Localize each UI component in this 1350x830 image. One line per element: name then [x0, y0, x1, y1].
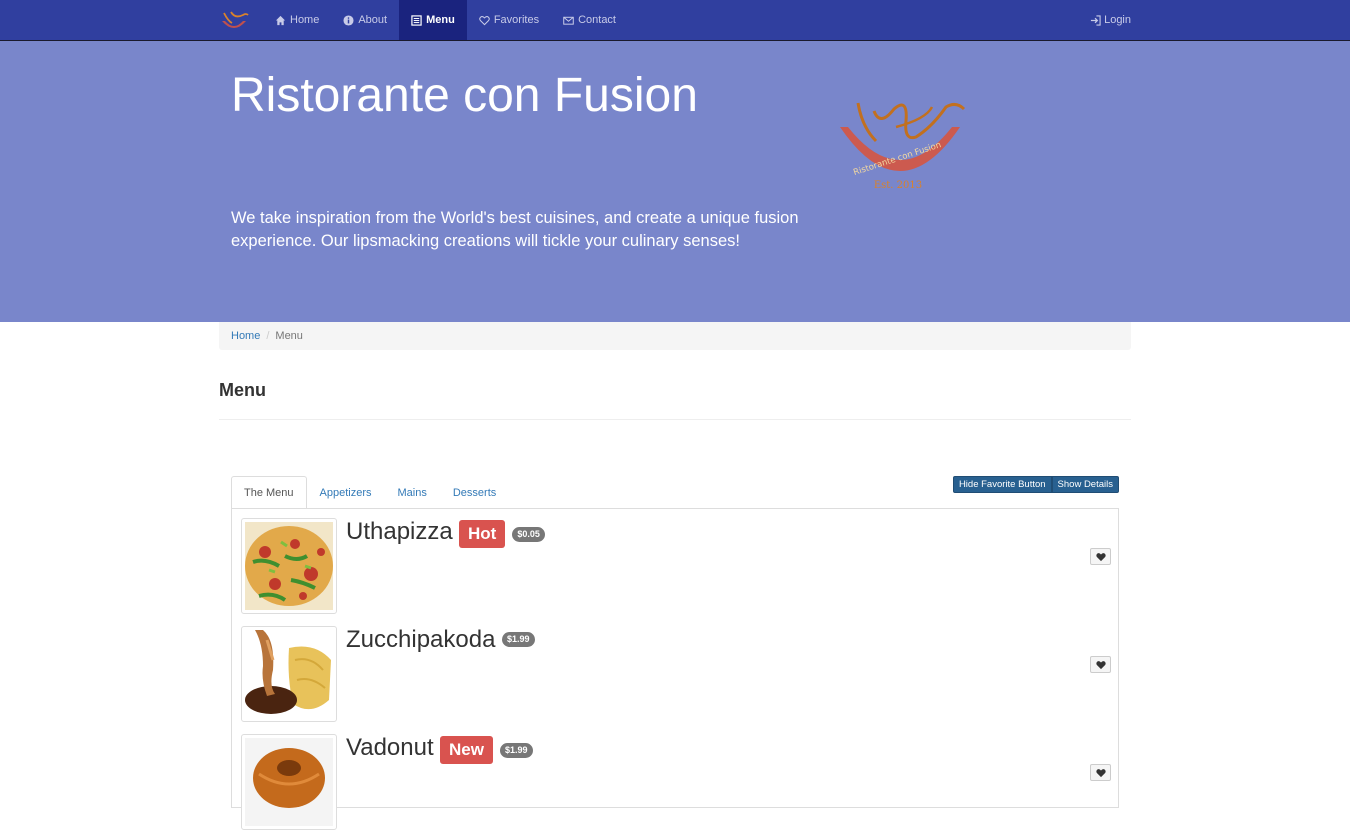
- nav-favorites[interactable]: Favorites: [467, 0, 551, 40]
- log-in-icon: [1090, 14, 1101, 26]
- list-alt-icon: [411, 14, 422, 26]
- restaurant-logo: Ristorante con Fusion Est. 2013: [836, 97, 968, 193]
- price-badge: $0.05: [512, 526, 545, 542]
- page-title: Menu: [219, 380, 266, 400]
- dish-image[interactable]: [241, 518, 337, 614]
- nav-about-label: About: [358, 14, 388, 26]
- tab-mains[interactable]: Mains: [385, 476, 440, 509]
- nav-contact[interactable]: Contact: [551, 0, 628, 40]
- brand-logo[interactable]: [219, 9, 249, 35]
- nav-menu-label: Menu: [426, 14, 455, 26]
- nav-items: Home About Menu Favorites Contact: [263, 0, 628, 40]
- restaurant-description: We take inspiration from the World's bes…: [231, 209, 799, 250]
- restaurant-title: Ristorante con Fusion: [231, 69, 698, 122]
- navbar-inner: Home About Menu Favorites Contact Login: [219, 0, 1131, 40]
- tab-the-menu[interactable]: The Menu: [231, 476, 307, 509]
- home-icon: [275, 15, 286, 25]
- tab-appetizers[interactable]: Appetizers: [307, 476, 385, 509]
- dish-badges: $1.99: [502, 632, 535, 647]
- favorite-button[interactable]: [1090, 548, 1111, 565]
- dish-name-text: Uthapizza: [346, 518, 453, 545]
- nav-contact-label: Contact: [578, 14, 616, 26]
- heart-outline-icon: [479, 15, 490, 25]
- dish-item: Vadonut New $1.99: [241, 734, 1111, 830]
- breadcrumb-home[interactable]: Home: [231, 330, 260, 342]
- svg-text:Est. 2013: Est. 2013: [874, 180, 922, 191]
- jumbotron: Ristorante con Fusion We take inspiratio…: [0, 41, 1350, 322]
- hide-favorite-button[interactable]: Hide Favorite Button: [952, 476, 1052, 493]
- navbar: Home About Menu Favorites Contact Login: [0, 0, 1350, 41]
- favorite-button[interactable]: [1090, 656, 1111, 673]
- tab-button-group: Hide Favorite Button Show Details: [952, 476, 1119, 493]
- nav-home[interactable]: Home: [263, 0, 331, 40]
- heart-icon: [1095, 768, 1106, 777]
- dish-name-text: Zucchipakoda: [346, 626, 496, 653]
- nav-about[interactable]: About: [331, 0, 399, 40]
- login-link[interactable]: Login: [1090, 0, 1131, 40]
- dish-label: New: [440, 736, 493, 764]
- heart-icon: [1095, 660, 1106, 669]
- show-details-button[interactable]: Show Details: [1051, 476, 1119, 493]
- favorite-button[interactable]: [1090, 764, 1111, 781]
- dish-name: Vadonut: [346, 734, 434, 762]
- dish-badges: Hot $0.05: [459, 520, 545, 548]
- dish-name: Zucchipakoda: [346, 626, 495, 654]
- nav-menu[interactable]: Menu: [399, 0, 467, 40]
- dish-item: Uthapizza Hot $0.05: [241, 518, 1111, 614]
- price-badge: $1.99: [502, 632, 535, 647]
- dish-badges: New $1.99: [440, 736, 533, 764]
- dish-name: Uthapizza: [346, 518, 453, 546]
- price-badge: $1.99: [499, 742, 533, 758]
- dish-name-text: Vadonut: [346, 734, 434, 761]
- dish-item: Zucchipakoda $1.99: [241, 626, 1111, 722]
- breadcrumb-current: Menu: [275, 330, 303, 342]
- breadcrumb: Home / Menu: [219, 322, 1131, 350]
- tab-list: The Menu Appetizers Mains Desserts: [231, 476, 509, 509]
- divider: [219, 419, 1131, 420]
- heart-icon: [1095, 552, 1106, 561]
- tab-desserts[interactable]: Desserts: [440, 476, 509, 509]
- tab-content: Uthapizza Hot $0.05 Zucchipakoda $1.99 V…: [231, 508, 1119, 830]
- breadcrumb-separator: /: [266, 330, 270, 342]
- info-circle-icon: [343, 14, 354, 26]
- nav-home-label: Home: [290, 14, 320, 26]
- dish-image[interactable]: [241, 626, 337, 722]
- login-label: Login: [1104, 14, 1131, 26]
- dish-image[interactable]: [241, 734, 337, 830]
- nav-favorites-label: Favorites: [493, 14, 540, 26]
- dish-label: Hot: [459, 520, 506, 548]
- envelope-icon: [563, 16, 574, 25]
